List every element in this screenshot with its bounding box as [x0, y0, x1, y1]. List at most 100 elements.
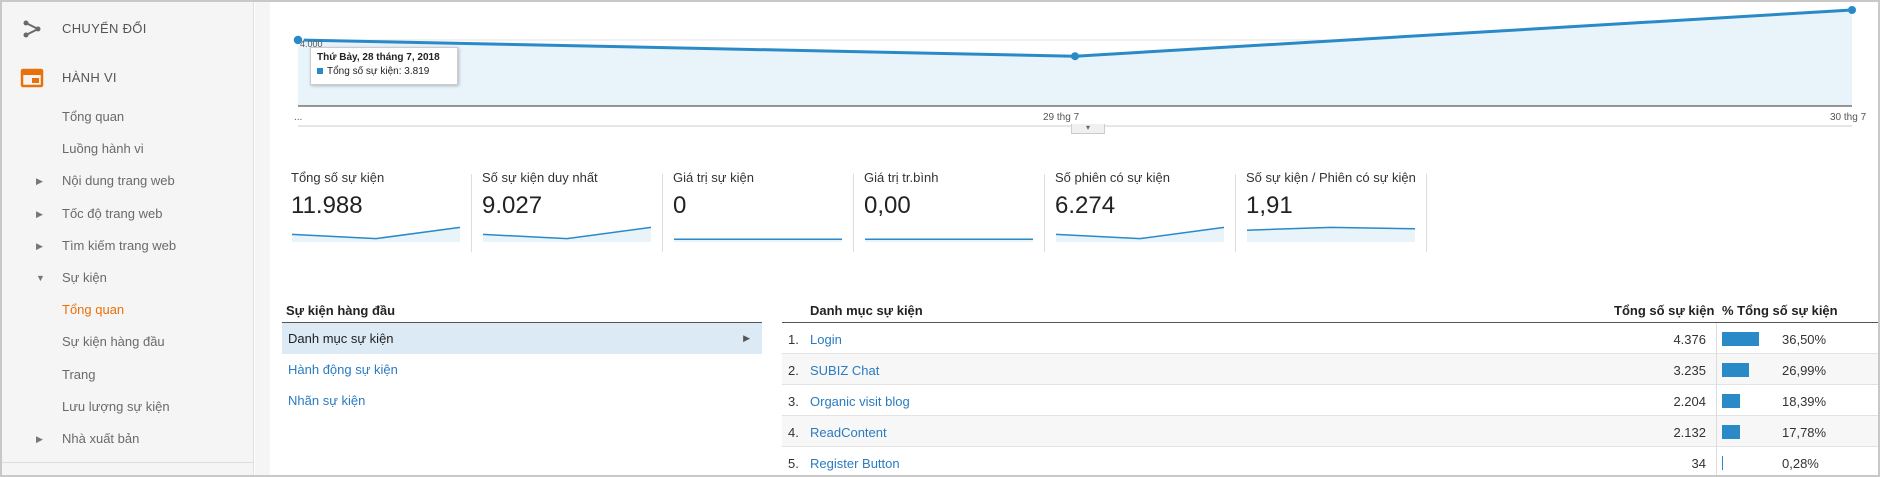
sidebar-section-label: CHUYỂN ĐỔI: [62, 21, 147, 36]
event-percent: 18,39%: [1782, 394, 1827, 409]
chevron-right-icon[interactable]: ▶: [36, 429, 43, 449]
sidebar-item[interactable]: Sự kiện hàng đầu: [62, 332, 165, 352]
chart-data-point[interactable]: [1848, 6, 1856, 14]
metric-sparkline: [865, 238, 1033, 242]
metric-card[interactable]: Giá trị tr.bình 0,00: [864, 170, 1054, 255]
metric-value: 11.988: [291, 192, 363, 219]
metric-divider: [662, 174, 663, 252]
event-category-link[interactable]: Organic visit blog: [810, 394, 910, 409]
event-category-link[interactable]: SUBIZ Chat: [810, 363, 879, 378]
metric-card[interactable]: Số sự kiện duy nhất 9.027: [482, 170, 672, 255]
percent-bar: [1722, 425, 1740, 439]
sidebar-section-behavior[interactable]: HÀNH VI: [2, 58, 254, 98]
top-events-row-label[interactable]: Nhãn sự kiện: [282, 385, 762, 416]
chevron-right-icon[interactable]: ▶: [36, 204, 43, 224]
table-row[interactable]: 1. Login 4.376 36,50%: [782, 323, 1878, 354]
event-percent: 0,28%: [1782, 456, 1819, 471]
percent-bar: [1722, 394, 1741, 408]
column-header-category[interactable]: Danh mục sự kiện: [810, 303, 923, 318]
x-tick-label: 30 thg 7: [1830, 112, 1867, 123]
metric-label: Số phiên có sự kiện: [1055, 170, 1170, 185]
chart-data-point[interactable]: [1071, 52, 1079, 61]
chevron-right-icon[interactable]: ▶: [36, 236, 43, 256]
metric-label: Tổng số sự kiện: [291, 170, 385, 185]
top-events-panel: Sự kiện hàng đầu Danh mục sự kiện ▶ Hành…: [282, 303, 762, 416]
metric-divider: [1044, 174, 1045, 252]
row-label: Hành động sự kiện: [288, 362, 398, 377]
behavior-icon: [20, 66, 44, 90]
percent-bar: [1722, 332, 1759, 346]
sidebar-item[interactable]: Nội dung trang web: [62, 171, 175, 191]
sidebar-section-label: HÀNH VI: [62, 70, 117, 85]
column-divider: [1716, 385, 1717, 416]
metric-card[interactable]: Tổng số sự kiện 11.988: [291, 170, 481, 255]
top-events-row-action[interactable]: Hành động sự kiện: [282, 354, 762, 385]
metric-sparkline: [482, 226, 652, 242]
top-events-row-category[interactable]: Danh mục sự kiện ▶: [282, 323, 762, 354]
tooltip-date: Thứ Bảy, 28 tháng 7, 2018: [317, 52, 440, 63]
sidebar-item[interactable]: Lưu lượng sự kiện: [62, 397, 170, 417]
row-label: Nhãn sự kiện: [288, 393, 366, 408]
row-index: 3.: [788, 394, 799, 409]
table-row[interactable]: 4. ReadContent 2.132 17,78%: [782, 416, 1878, 447]
row-label: Danh mục sự kiện: [288, 331, 394, 346]
percent-bar: [1722, 363, 1749, 377]
metric-label: Số sự kiện duy nhất: [482, 170, 598, 185]
event-category-link[interactable]: Register Button: [810, 456, 900, 471]
row-index: 4.: [788, 425, 799, 440]
chart-resize-handle[interactable]: ▾: [1071, 124, 1105, 134]
events-chart[interactable]: 4.000 ... 29 thg 7 30 thg 7 Thứ Bảy, 28 …: [270, 2, 1878, 134]
event-total: 4.376: [1673, 332, 1706, 347]
metric-divider: [471, 174, 472, 252]
sidebar-item[interactable]: Tốc độ trang web: [62, 204, 162, 224]
table-row[interactable]: 2. SUBIZ Chat 3.235 26,99%: [782, 354, 1878, 385]
chevron-down-icon[interactable]: ▼: [36, 268, 45, 288]
table-row[interactable]: 3. Organic visit blog 2.204 18,39%: [782, 385, 1878, 416]
metric-card[interactable]: Số sự kiện / Phiên có sự kiện 1,91: [1246, 170, 1436, 255]
metric-card[interactable]: Số phiên có sự kiện 6.274: [1055, 170, 1245, 255]
event-category-link[interactable]: ReadContent: [810, 425, 887, 440]
metric-card[interactable]: Giá trị sự kiện 0: [673, 170, 863, 255]
sidebar-gutter: [255, 2, 270, 475]
sidebar-item[interactable]: Tìm kiếm trang web: [62, 236, 176, 256]
metric-divider: [1235, 174, 1236, 252]
event-total: 3.235: [1673, 363, 1706, 378]
metric-sparkline: [1055, 226, 1225, 242]
event-percent: 17,78%: [1782, 425, 1827, 440]
metric-divider: [853, 174, 854, 252]
percent-bar: [1722, 456, 1723, 470]
event-category-link[interactable]: Login: [810, 332, 842, 347]
events-table-rows: 1. Login 4.376 36,50% 2. SUBIZ Chat 3.235 26,99…: [782, 323, 1878, 475]
metric-value: 6.274: [1055, 192, 1116, 219]
table-row[interactable]: 5. Register Button 34 0,28%: [782, 447, 1878, 475]
sidebar-item[interactable]: Tổng quan: [62, 107, 124, 127]
metric-sparkline: [291, 226, 461, 242]
column-divider: [1716, 323, 1717, 354]
sidebar-item[interactable]: Tổng quan: [62, 300, 124, 320]
column-header-total[interactable]: Tổng số sự kiện: [1614, 303, 1714, 318]
top-events-header: Sự kiện hàng đầu: [282, 303, 762, 323]
metric-sparkline: [1246, 226, 1416, 242]
sidebar-item[interactable]: Luồng hành vi: [62, 139, 144, 159]
metric-label: Giá trị tr.bình: [864, 170, 939, 185]
tooltip-value-row: Tổng số sự kiện: 3.819: [317, 66, 451, 77]
sidebar-item[interactable]: Trang: [62, 365, 95, 385]
sidebar-section-conversions[interactable]: CHUYỂN ĐỔI: [2, 9, 254, 49]
tooltip-value: 3.819: [404, 66, 430, 77]
conversion-icon: [20, 17, 44, 41]
row-index: 1.: [788, 332, 799, 347]
sidebar-item[interactable]: Sự kiện: [62, 268, 107, 288]
column-header-percent[interactable]: % Tổng số sự kiện: [1722, 303, 1838, 318]
column-divider: [1716, 416, 1717, 447]
tooltip-label: Tổng số sự kiện:: [327, 66, 402, 77]
row-index: 5.: [788, 456, 799, 471]
metric-value: 9.027: [482, 192, 543, 219]
metric-sparkline: [674, 238, 842, 242]
sidebar-item[interactable]: Nhà xuất bản: [62, 429, 139, 449]
sparkline-area: [483, 227, 651, 242]
metric-value: 1,91: [1246, 192, 1293, 219]
chevron-right-icon[interactable]: ▶: [36, 171, 43, 191]
event-percent: 36,50%: [1782, 332, 1827, 347]
x-tick-label: 29 thg 7: [1043, 112, 1080, 123]
column-divider: [1716, 447, 1717, 475]
